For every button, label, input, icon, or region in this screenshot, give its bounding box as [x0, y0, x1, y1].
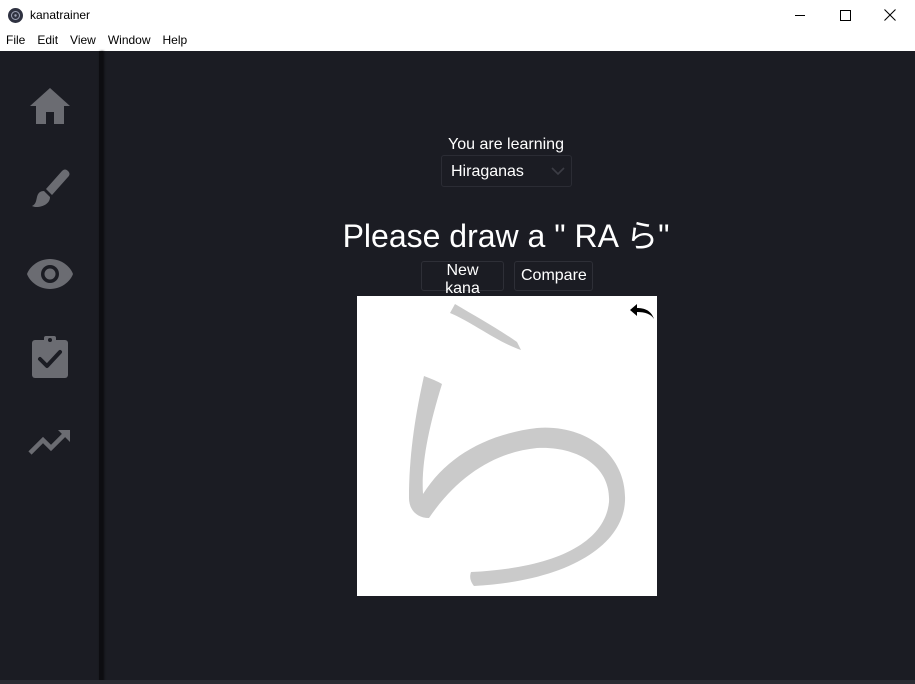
- sidebar-item-progress[interactable]: [25, 417, 75, 467]
- brush-icon: [32, 169, 70, 207]
- learning-label: You are learning: [448, 136, 564, 153]
- window-title: kanatrainer: [30, 8, 91, 22]
- home-icon: [30, 88, 70, 124]
- sidebar-item-home[interactable]: [25, 81, 75, 131]
- close-icon: [884, 9, 896, 21]
- trending-up-icon: [28, 430, 70, 455]
- maximize-button[interactable]: [822, 0, 868, 30]
- clipboard-check-icon: [32, 336, 68, 378]
- sidebar-item-quiz[interactable]: [25, 332, 75, 382]
- menu-window[interactable]: Window: [102, 30, 157, 51]
- compare-button[interactable]: Compare: [514, 261, 593, 291]
- sidebar-item-draw[interactable]: [25, 164, 75, 214]
- app-window: kanatrainer File Edit View Window Help Y…: [0, 0, 915, 684]
- undo-icon[interactable]: [627, 302, 655, 322]
- window-bottom-edge: [0, 680, 915, 684]
- kana-set-select-value: Hiraganas: [451, 163, 524, 180]
- eye-icon: [27, 259, 73, 289]
- sidebar: [0, 51, 99, 684]
- minimize-icon: [794, 14, 805, 16]
- menu-help[interactable]: Help: [157, 30, 194, 51]
- kana-guide-ra: [409, 304, 626, 586]
- draw-prompt: Please draw a " RA ら": [342, 218, 670, 254]
- chevron-down-icon: [551, 167, 565, 176]
- minimize-button[interactable]: [777, 0, 823, 30]
- title-bar: kanatrainer: [0, 0, 915, 30]
- close-button[interactable]: [867, 0, 913, 30]
- maximize-icon: [839, 9, 851, 21]
- drawing-canvas[interactable]: [357, 296, 657, 596]
- main-panel: You are learning Hiraganas Please draw a…: [103, 51, 915, 684]
- menu-view[interactable]: View: [64, 30, 102, 51]
- app-icon: [8, 8, 23, 23]
- menu-edit[interactable]: Edit: [31, 30, 64, 51]
- kana-set-select[interactable]: Hiraganas: [441, 155, 572, 187]
- menu-file[interactable]: File: [0, 30, 31, 51]
- new-kana-button[interactable]: New kana: [421, 261, 504, 297]
- sidebar-item-view[interactable]: [25, 249, 75, 299]
- menu-bar: File Edit View Window Help: [0, 30, 915, 51]
